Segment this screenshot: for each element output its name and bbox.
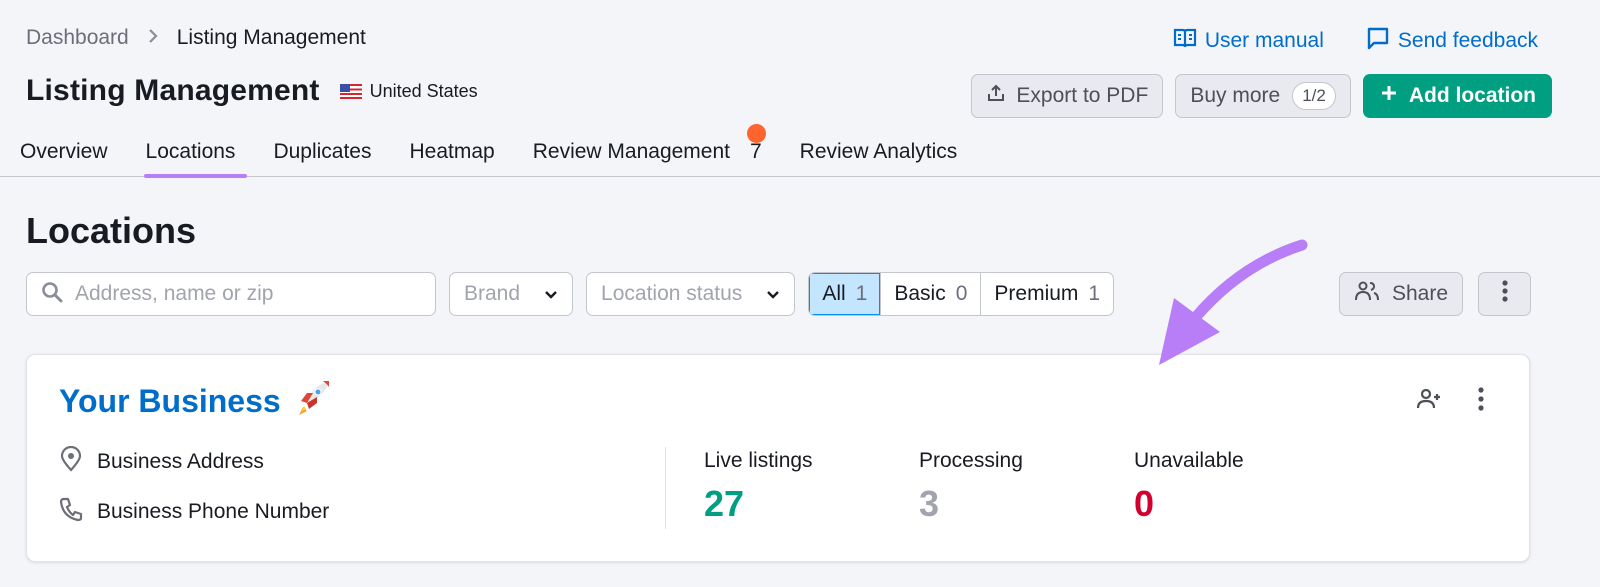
brand-select-label: Brand [464,282,521,305]
feedback-icon [1366,26,1390,56]
country-indicator: United States [339,80,478,102]
phone-icon [59,496,97,528]
brand-select[interactable]: Brand [449,272,574,316]
tab-heatmap[interactable]: Heatmap [410,128,495,177]
business-title[interactable]: Your Business [59,377,333,425]
export-pdf-label: Export to PDF [1016,84,1149,107]
send-feedback-link[interactable]: Send feedback [1366,26,1538,56]
stat-label: Processing [919,449,1023,472]
users-icon [1354,280,1392,308]
tab-duplicates[interactable]: Duplicates [273,128,371,177]
share-label: Share [1392,282,1449,305]
search-input[interactable] [75,282,421,306]
segment-premium-label: Premium [994,282,1079,305]
book-icon [1173,26,1197,56]
segment-basic-label: Basic [894,282,946,305]
segment-premium-count: 1 [1088,282,1101,305]
user-manual-link[interactable]: User manual [1173,26,1324,56]
section-title: Locations [26,210,197,251]
header-actions: Export to PDF Buy more 1/2 Add location [971,74,1552,118]
card-divider [665,447,666,529]
stat-label: Live listings [704,449,813,472]
location-status-select[interactable]: Location status [586,272,796,316]
breadcrumb: Dashboard Listing Management [26,26,366,50]
address-row: Business Address [59,445,329,478]
segment-all[interactable]: All 1 [809,273,881,315]
tab-review-management-count: 7 [746,124,766,177]
more-options-button[interactable] [1478,272,1531,316]
location-status-label: Location status [601,282,743,305]
stat-unavailable[interactable]: Unavailable 0 [1134,449,1349,525]
segment-basic[interactable]: Basic 0 [880,273,980,315]
plan-filter: All 1 Basic 0 Premium 1 [808,272,1115,316]
kebab-menu-icon [1501,279,1509,309]
tab-review-management[interactable]: Review Management 7 [532,124,766,177]
tab-overview[interactable]: Overview [20,128,108,177]
send-feedback-label: Send feedback [1397,29,1538,52]
card-actions [1415,387,1485,416]
stat-value: 27 [704,483,745,524]
top-links: User manual Send feedback [1173,26,1538,56]
review-count: 7 [749,140,762,163]
annotation-arrow-icon [1159,239,1308,365]
notification-dot [746,124,766,143]
filter-bar: Brand Location status All 1 Basic 0 Prem… [26,272,1115,316]
add-location-button[interactable]: Add location [1362,74,1552,118]
add-user-icon[interactable] [1415,387,1443,416]
export-pdf-button[interactable]: Export to PDF [971,74,1164,118]
chevron-down-icon [520,282,558,306]
tab-review-management-label: Review Management [532,140,730,163]
title-row: Listing Management United States [26,74,478,108]
location-pin-icon [59,445,97,478]
business-name: Your Business [59,382,281,419]
stat-value: 3 [919,483,940,524]
business-info: Business Address Business Phone Number [59,445,330,549]
page-title: Listing Management [26,74,320,107]
segment-all-label: All [822,282,846,305]
rocket-icon [293,377,333,425]
stat-processing[interactable]: Processing 3 [919,449,1134,525]
tab-bar: Overview Locations Duplicates Heatmap Re… [0,124,1600,178]
plus-icon [1379,83,1409,109]
buy-more-label: Buy more [1190,84,1281,107]
share-button[interactable]: Share [1339,272,1464,316]
breadcrumb-current: Listing Management [176,26,366,49]
upload-icon [986,83,1016,109]
business-address: Business Address [97,450,264,473]
tab-locations[interactable]: Locations [143,128,248,178]
segment-premium[interactable]: Premium 1 [980,273,1113,315]
search-icon [41,281,75,308]
user-manual-label: User manual [1204,29,1324,52]
add-location-label: Add location [1408,84,1536,107]
segment-all-count: 1 [855,282,868,305]
location-card: Your Business Business Address Business … [26,354,1530,562]
tab-review-analytics[interactable]: Review Analytics [800,128,958,177]
segment-basic-count: 0 [955,282,968,305]
search-box [26,272,436,316]
us-flag-icon [339,83,362,99]
country-label: United States [369,80,478,101]
buy-more-button[interactable]: Buy more 1/2 [1175,74,1351,118]
listing-stats: Live listings 27 Processing 3 Unavailabl… [704,449,1349,525]
stat-value: 0 [1134,483,1155,524]
phone-row: Business Phone Number [59,496,330,528]
stat-live-listings[interactable]: Live listings 27 [704,449,919,525]
breadcrumb-dashboard[interactable]: Dashboard [26,26,129,50]
chevron-right-icon [147,27,159,50]
chevron-down-icon [742,282,780,306]
card-more-icon[interactable] [1477,387,1485,416]
business-phone: Business Phone Number [97,500,330,523]
buy-more-counter: 1/2 [1292,82,1336,110]
stat-label: Unavailable [1134,449,1244,472]
